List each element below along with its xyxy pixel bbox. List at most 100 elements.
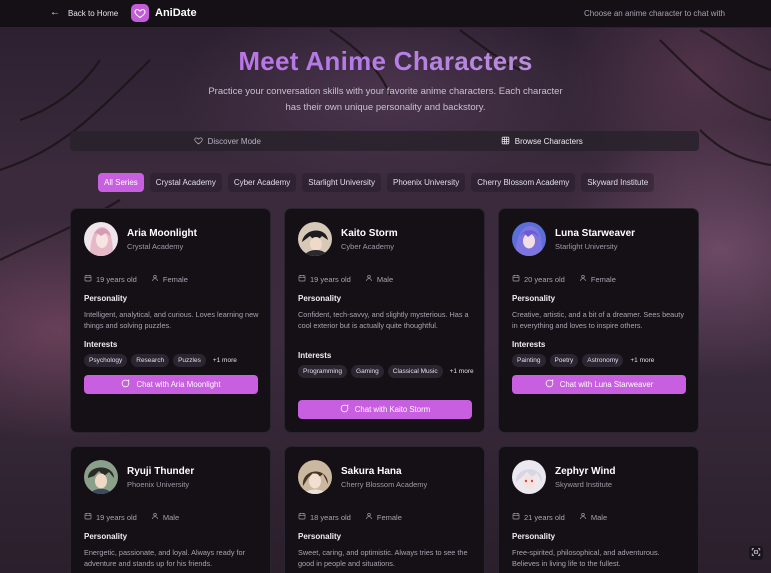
interest-tags: Psychology Research Puzzles +1 more: [84, 354, 264, 367]
grid-icon: [501, 136, 510, 147]
character-card[interactable]: Sakura Hana Cherry Blossom Academy 18 ye…: [284, 446, 485, 573]
filter-starlight-university[interactable]: Starlight University: [302, 173, 381, 192]
character-card[interactable]: Aria Moonlight Crystal Academy 19 years …: [70, 208, 271, 433]
user-icon: [365, 274, 373, 284]
character-school: Cherry Blossom Academy: [341, 480, 428, 489]
series-filter-bar: All Series Crystal Academy Cyber Academy…: [98, 173, 655, 192]
interest-tag: Poetry: [549, 354, 579, 367]
avatar: [84, 460, 118, 494]
filter-skyward-institute[interactable]: Skyward Institute: [581, 173, 655, 192]
character-gender: Male: [590, 512, 608, 522]
character-school: Skyward Institute: [555, 480, 613, 489]
user-icon: [579, 512, 587, 522]
calendar-icon: [84, 512, 92, 522]
personality-text: Confident, tech-savvy, and slightly myst…: [298, 310, 469, 330]
arrow-left-icon: ←: [50, 7, 60, 18]
character-age: 20 years old: [524, 274, 565, 284]
more-interests: +1 more: [212, 357, 237, 364]
chat-button-label: Chat with Kaito Storm: [354, 405, 431, 414]
character-card[interactable]: Kaito Storm Cyber Academy 19 years old M…: [284, 208, 485, 433]
personality-heading: Personality: [84, 532, 128, 541]
brand-logo[interactable]: AniDate: [131, 4, 197, 22]
filter-phoenix-university[interactable]: Phoenix University: [386, 173, 466, 192]
interest-tag: Puzzles: [173, 354, 206, 367]
avatar: [84, 222, 118, 256]
personality-text: Free-spirited, philosophical, and advent…: [512, 548, 660, 568]
character-gender: Male: [162, 512, 180, 522]
character-name: Sakura Hana: [341, 466, 402, 477]
user-icon: [151, 274, 159, 284]
character-school: Phoenix University: [127, 480, 190, 489]
calendar-icon: [84, 274, 92, 284]
tab-discover-mode[interactable]: Discover Mode: [70, 131, 385, 151]
character-name: Ryuji Thunder: [127, 466, 195, 477]
personality-heading: Personality: [298, 532, 342, 541]
character-name: Luna Starweaver: [555, 228, 636, 239]
personality-text: Energetic, passionate, and loyal. Always…: [84, 548, 246, 568]
interests-heading: Interests: [84, 340, 118, 349]
calendar-icon: [298, 274, 306, 284]
character-school: Cyber Academy: [341, 242, 394, 251]
page-subtitle: Practice your conversation skills with y…: [208, 86, 563, 113]
calendar-icon: [512, 274, 520, 284]
mode-switch: Discover Mode Browse Characters: [70, 131, 699, 151]
chat-button[interactable]: Chat with Kaito Storm: [298, 400, 472, 419]
browse-characters-label: Browse Characters: [514, 136, 583, 146]
character-name: Kaito Storm: [341, 228, 398, 239]
calendar-icon: [512, 512, 520, 522]
back-to-home-link[interactable]: ← Back to Home: [50, 8, 118, 18]
interest-tags: Painting Poetry Astronomy +1 more: [512, 354, 692, 367]
character-school: Crystal Academy: [127, 242, 184, 251]
calendar-icon: [298, 512, 306, 522]
avatar: [512, 222, 546, 256]
interest-tag: Classical Music: [387, 365, 443, 378]
chat-button-label: Chat with Aria Moonlight: [136, 380, 221, 389]
personality-text: Intelligent, analytical, and curious. Lo…: [84, 310, 259, 330]
filter-cyber-academy[interactable]: Cyber Academy: [227, 173, 297, 192]
character-gender: Male: [376, 274, 394, 284]
user-icon: [579, 274, 587, 284]
scan-icon: [751, 544, 761, 562]
character-card[interactable]: Zephyr Wind Skyward Institute 21 years o…: [498, 446, 699, 573]
character-age: 19 years old: [96, 274, 137, 284]
character-school: Starlight University: [555, 242, 618, 251]
chat-button[interactable]: Chat with Aria Moonlight: [84, 375, 258, 394]
screenshot-capture-button[interactable]: [749, 546, 763, 560]
character-gender: Female: [162, 274, 188, 284]
filter-cherry-blossom-academy[interactable]: Cherry Blossom Academy: [471, 173, 576, 192]
back-label: Back to Home: [68, 8, 119, 18]
avatar: [298, 460, 332, 494]
personality-text: Creative, artistic, and a bit of a dream…: [512, 310, 684, 330]
character-card[interactable]: Ryuji Thunder Phoenix University 19 year…: [70, 446, 271, 573]
message-icon: [340, 404, 349, 415]
nav-tagline: Choose an anime character to chat with: [584, 9, 725, 18]
interest-tags: Programming Gaming Classical Music +1 mo…: [298, 365, 478, 378]
more-interests: +1 more: [449, 368, 474, 375]
interest-tag: Programming: [298, 365, 348, 378]
heart-icon: [193, 136, 203, 147]
character-card[interactable]: Luna Starweaver Starlight University 20 …: [498, 208, 699, 433]
personality-text: Sweet, caring, and optimistic. Always tr…: [298, 548, 468, 568]
character-name: Zephyr Wind: [555, 466, 616, 477]
user-icon: [365, 512, 373, 522]
character-gender: Female: [590, 274, 616, 284]
chat-button-label: Chat with Luna Starweaver: [559, 380, 654, 389]
avatar: [512, 460, 546, 494]
message-icon: [121, 379, 130, 390]
page-title: Meet Anime Characters: [0, 46, 771, 77]
character-age: 19 years old: [96, 512, 137, 522]
filter-crystal-academy[interactable]: Crystal Academy: [149, 173, 222, 192]
avatar: [298, 222, 332, 256]
personality-heading: Personality: [512, 532, 556, 541]
filter-all-series[interactable]: All Series: [98, 173, 144, 192]
interest-tag: Gaming: [351, 365, 384, 378]
discover-mode-label: Discover Mode: [207, 136, 261, 146]
more-interests: +1 more: [630, 357, 655, 364]
personality-heading: Personality: [298, 294, 342, 303]
interest-tag: Psychology: [84, 354, 128, 367]
tab-browse-characters[interactable]: Browse Characters: [385, 131, 700, 151]
chat-button[interactable]: Chat with Luna Starweaver: [512, 375, 686, 394]
interests-heading: Interests: [512, 340, 546, 349]
character-gender: Female: [376, 512, 402, 522]
interest-tag: Painting: [512, 354, 546, 367]
